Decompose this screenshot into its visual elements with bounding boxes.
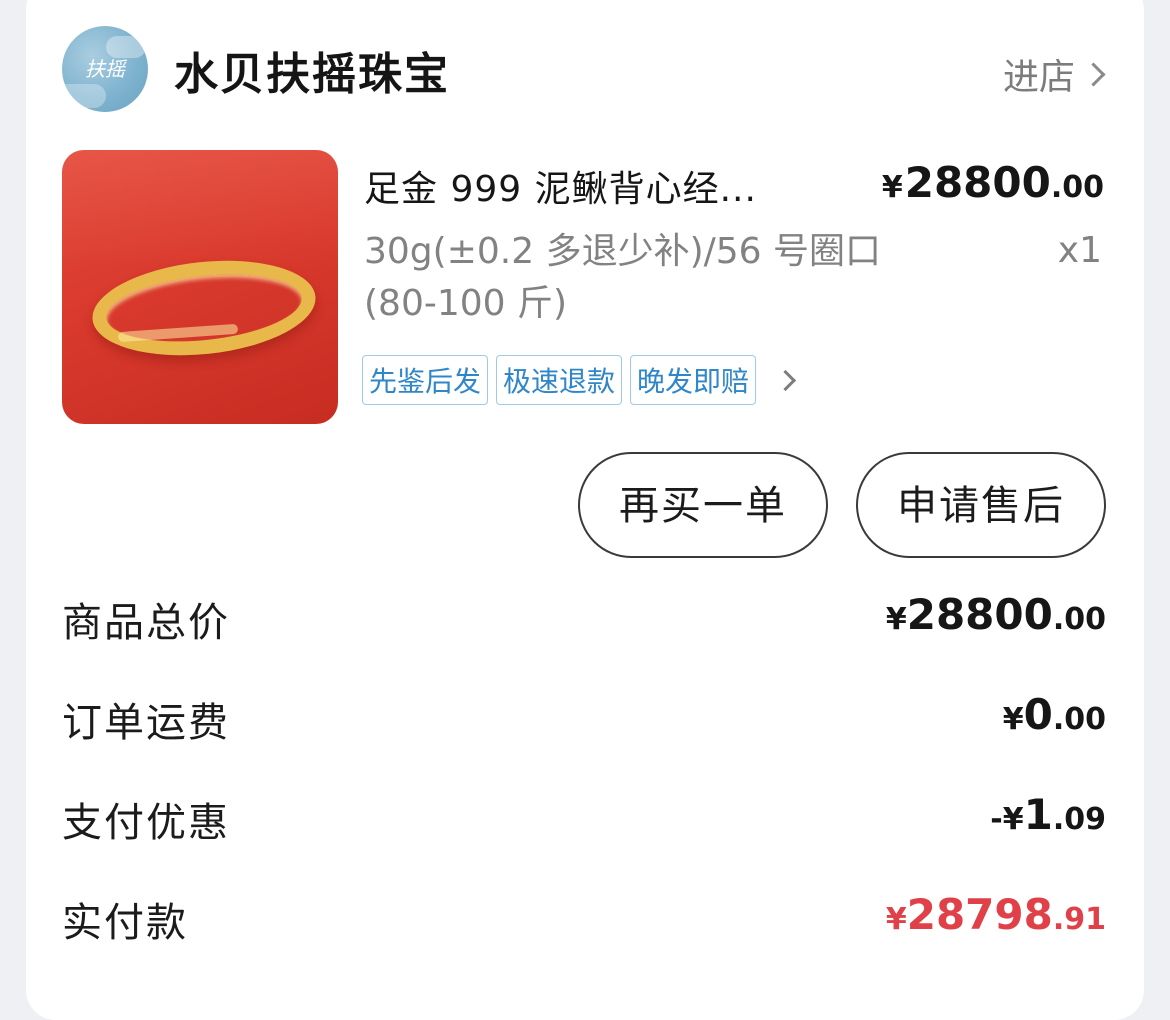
enter-shop-link[interactable]: 进店 (1002, 48, 1106, 100)
amount-integer: 28798 (906, 890, 1053, 939)
shop-avatar-logo-text: 扶摇 (85, 57, 125, 81)
amount-decimal: .09 (1052, 802, 1106, 837)
service-tag[interactable]: 晚发即赔 (630, 355, 757, 405)
currency-symbol: ¥ (1002, 702, 1024, 737)
shop-name[interactable]: 水贝扶摇珠宝 (174, 38, 450, 102)
amount-integer: 1 (1023, 790, 1053, 839)
service-tags[interactable]: 先鉴后发 极速退款 晚发即赔 (362, 355, 797, 405)
product-image-shade (62, 150, 338, 270)
shop-avatar[interactable]: 扶摇 (62, 26, 148, 112)
summary-row-goods-total: 商品总价 ¥28800.00 (62, 590, 1106, 650)
summary-row-amount-paid: 实付款 ¥28798.91 (62, 890, 1106, 950)
currency-symbol: ¥ (885, 902, 907, 937)
price-decimal: .00 (1050, 170, 1104, 205)
service-tag[interactable]: 先鉴后发 (362, 355, 489, 405)
shop-header[interactable]: 扶摇 水贝扶摇珠宝 进店 (62, 24, 1108, 116)
amount-integer: 0 (1023, 690, 1053, 739)
summary-label: 订单运费 (62, 700, 230, 746)
amount-decimal: .00 (1052, 702, 1106, 737)
amount-decimal: .00 (1052, 602, 1106, 637)
summary-value: ¥0.00 (1003, 690, 1106, 739)
currency-symbol: -¥ (990, 802, 1024, 837)
summary-value: -¥1.09 (990, 790, 1106, 839)
summary-label: 支付优惠 (62, 800, 230, 846)
summary-value: ¥28800.00 (886, 590, 1106, 639)
product-title[interactable]: 足金 999 泥鳅背心经... (364, 160, 824, 212)
service-tag[interactable]: 极速退款 (496, 355, 623, 405)
amount-decimal: .91 (1052, 902, 1106, 937)
rebuy-button[interactable]: 再买一单 (578, 452, 828, 558)
price-integer: 28800 (904, 158, 1051, 207)
summary-label: 实付款 (62, 900, 188, 946)
amount-integer: 28800 (906, 590, 1053, 639)
chevron-right-icon (1081, 61, 1106, 87)
product-price: ¥28800.00 (882, 158, 1104, 207)
summary-row-shipping: 订单运费 ¥0.00 (62, 690, 1106, 750)
apply-aftersale-button[interactable]: 申请售后 (856, 452, 1106, 558)
price-currency-symbol: ¥ (881, 170, 903, 205)
product-quantity: x1 (1057, 230, 1102, 271)
enter-shop-label: 进店 (1002, 57, 1075, 98)
currency-symbol: ¥ (885, 602, 907, 637)
summary-label: 商品总价 (62, 600, 230, 646)
chevron-right-icon[interactable] (774, 369, 797, 391)
summary-row-payment-discount: 支付优惠 -¥1.09 (62, 790, 1106, 850)
summary-value: ¥28798.91 (886, 890, 1106, 939)
product-image[interactable] (62, 150, 338, 424)
product-spec: 30g(±0.2 多退少补)/56 号圈口 (80-100 斤) (364, 231, 881, 324)
